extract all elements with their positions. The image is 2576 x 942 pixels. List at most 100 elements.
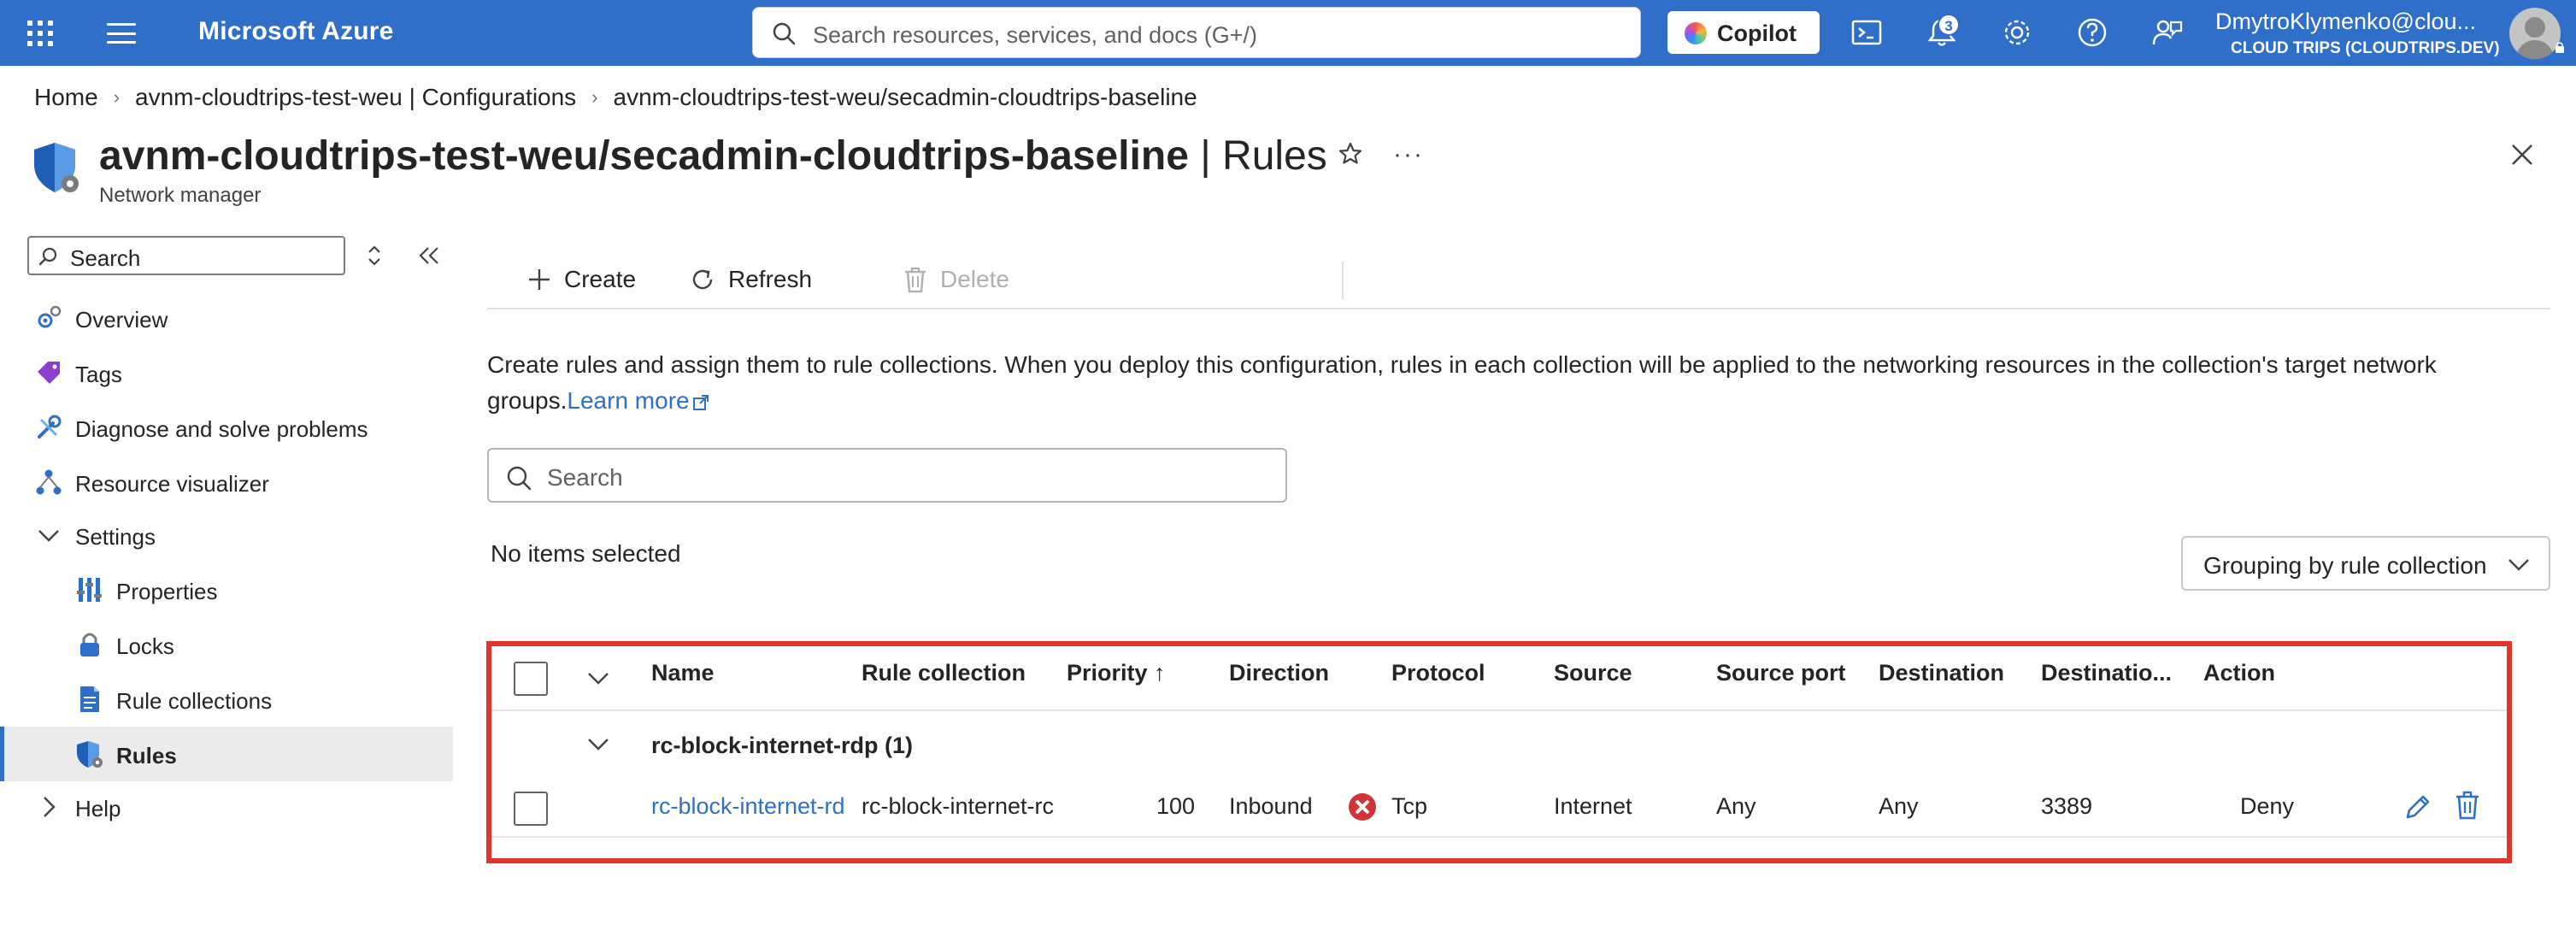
grouping-dropdown[interactable]: Grouping by rule collection bbox=[2181, 536, 2550, 591]
breadcrumb-home[interactable]: Home bbox=[34, 84, 98, 111]
cell-protocol: Tcp bbox=[1391, 793, 1428, 819]
external-link-icon bbox=[692, 395, 709, 410]
sidebar-item-label: Help bbox=[75, 796, 121, 821]
settings-gear-icon[interactable] bbox=[2000, 15, 2034, 50]
chevron-right-icon bbox=[44, 797, 56, 817]
copilot-label: Copilot bbox=[1717, 21, 1797, 46]
column-header-source-port[interactable]: Source port bbox=[1716, 660, 1846, 686]
sidebar-item-help[interactable]: Help bbox=[0, 780, 453, 834]
user-email[interactable]: DmytroKlymenko@clou... bbox=[2215, 9, 2476, 35]
column-header-protocol[interactable]: Protocol bbox=[1391, 660, 1485, 686]
cell-source-port: Any bbox=[1716, 793, 1756, 819]
sidebar-item-resource-visualizer[interactable]: Resource visualizer bbox=[0, 455, 453, 509]
overview-icon bbox=[38, 305, 62, 328]
sort-updown-icon[interactable] bbox=[366, 243, 383, 268]
edit-pencil-icon[interactable] bbox=[2403, 792, 2433, 822]
trash-icon bbox=[905, 267, 926, 293]
help-icon[interactable] bbox=[2075, 15, 2109, 50]
portal-menu-icon[interactable] bbox=[107, 23, 136, 44]
column-header-name[interactable]: Name bbox=[651, 660, 715, 686]
cell-name-link[interactable]: rc-block-internet-rd bbox=[651, 793, 853, 820]
deny-icon bbox=[1349, 793, 1376, 821]
feedback-icon[interactable] bbox=[2150, 15, 2185, 50]
sidebar-item-diagnose[interactable]: Diagnose and solve problems bbox=[0, 400, 453, 455]
sidebar-item-rule-collections[interactable]: Rule collections bbox=[0, 672, 453, 727]
delete-button[interactable]: Delete bbox=[903, 260, 1009, 299]
page-description: Create rules and assign them to rule col… bbox=[487, 347, 2521, 419]
column-header-destination-port[interactable]: Destinatio... bbox=[2041, 660, 2172, 686]
refresh-icon bbox=[692, 269, 713, 290]
table-row[interactable]: rc-block-internet-rd rc-block-internet-r… bbox=[491, 778, 2507, 838]
sidebar-item-label: Rule collections bbox=[116, 688, 273, 714]
sidebar-item-label: Overview bbox=[75, 307, 168, 333]
hierarchy-icon bbox=[36, 469, 62, 495]
top-bar: Microsoft Azure Search resources, servic… bbox=[0, 0, 2576, 66]
rules-search-placeholder: Search bbox=[547, 464, 623, 491]
sidebar-item-label: Properties bbox=[116, 579, 218, 604]
column-header-destination[interactable]: Destination bbox=[1879, 660, 2004, 686]
sidebar-item-label: Locks bbox=[116, 633, 174, 659]
collapse-sidebar-icon[interactable] bbox=[417, 244, 441, 267]
avatar[interactable] bbox=[2509, 8, 2561, 59]
copilot-button[interactable]: Copilot bbox=[1667, 11, 1820, 54]
app-launcher-icon[interactable] bbox=[27, 21, 53, 46]
favorite-star-icon[interactable] bbox=[1338, 141, 1363, 167]
cell-source: Internet bbox=[1554, 793, 1632, 819]
breadcrumb-configuration[interactable]: avnm-cloudtrips-test-weu/secadmin-cloudt… bbox=[614, 84, 1197, 111]
sidebar-item-locks[interactable]: Locks bbox=[0, 617, 453, 672]
wrench-icon bbox=[38, 415, 62, 439]
sidebar-item-rules[interactable]: Rules bbox=[0, 727, 453, 781]
sidebar-item-label: Tags bbox=[75, 362, 122, 387]
column-header-direction[interactable]: Direction bbox=[1229, 660, 1329, 686]
refresh-button[interactable]: Refresh bbox=[689, 260, 812, 299]
chevron-down-icon[interactable] bbox=[587, 738, 609, 751]
sidebar-search-input[interactable]: Search bbox=[27, 236, 345, 275]
sidebar-item-properties[interactable]: Properties bbox=[0, 562, 453, 617]
rules-search-input[interactable]: Search bbox=[487, 448, 1287, 503]
page-title: avnm-cloudtrips-test-weu/secadmin-cloudt… bbox=[99, 132, 1327, 180]
sidebar-item-settings[interactable]: Settings bbox=[0, 508, 453, 562]
search-icon bbox=[507, 466, 532, 491]
trash-icon[interactable] bbox=[2454, 790, 2481, 821]
page-title-suffix: | Rules bbox=[1188, 133, 1327, 179]
select-all-checkbox[interactable] bbox=[514, 662, 548, 696]
global-search-placeholder: Search resources, services, and docs (G+… bbox=[813, 22, 1257, 48]
column-header-source[interactable]: Source bbox=[1554, 660, 1632, 686]
sidebar-item-tags[interactable]: Tags bbox=[0, 345, 453, 400]
toolbar-divider bbox=[1342, 262, 1344, 299]
lock-icon bbox=[2555, 42, 2564, 53]
global-search-input[interactable]: Search resources, services, and docs (G+… bbox=[752, 7, 1641, 58]
collapse-all-groups-icon[interactable] bbox=[587, 672, 609, 686]
command-bar: Create Refresh Delete bbox=[487, 253, 2550, 309]
column-header-priority[interactable]: Priority ↑ bbox=[1067, 660, 1166, 686]
group-label: rc-block-internet-rdp (1) bbox=[651, 733, 914, 758]
table-header: Name Rule collection Priority ↑ Directio… bbox=[491, 646, 2507, 711]
plus-icon bbox=[529, 269, 550, 290]
breadcrumb-configurations[interactable]: avnm-cloudtrips-test-weu | Configuration… bbox=[135, 84, 576, 111]
create-button[interactable]: Create bbox=[526, 260, 636, 299]
learn-more-link[interactable]: Learn more bbox=[567, 387, 709, 414]
cell-action: Deny bbox=[2240, 793, 2295, 819]
tag-icon bbox=[38, 362, 60, 384]
user-tenant[interactable]: CLOUD TRIPS (CLOUDTRIPS.DEV) bbox=[2231, 39, 2500, 58]
page-subtitle: Network manager bbox=[99, 184, 262, 207]
row-checkbox[interactable] bbox=[514, 792, 548, 826]
cell-direction: Inbound bbox=[1229, 793, 1313, 819]
chevron-down-icon bbox=[38, 530, 59, 542]
cell-priority: 100 bbox=[1156, 793, 1195, 819]
brand-name[interactable]: Microsoft Azure bbox=[198, 17, 394, 46]
cloud-shell-icon[interactable] bbox=[1850, 15, 1884, 50]
sidebar-search-placeholder: Search bbox=[70, 245, 141, 271]
notification-count-badge: 3 bbox=[1938, 14, 1960, 36]
column-header-action[interactable]: Action bbox=[2203, 660, 2275, 686]
properties-icon bbox=[77, 578, 102, 602]
table-group-row[interactable]: rc-block-internet-rdp (1) bbox=[491, 714, 2507, 774]
chevron-right-icon: › bbox=[113, 86, 121, 108]
sidebar-item-label: Resource visualizer bbox=[75, 471, 269, 497]
sidebar-item-overview[interactable]: Overview bbox=[0, 291, 453, 345]
close-icon[interactable] bbox=[2509, 142, 2535, 168]
lock-icon bbox=[80, 633, 99, 656]
column-header-rule-collection[interactable]: Rule collection bbox=[862, 660, 1026, 686]
more-options-icon[interactable]: ··· bbox=[1393, 140, 1424, 169]
search-icon bbox=[773, 22, 796, 45]
